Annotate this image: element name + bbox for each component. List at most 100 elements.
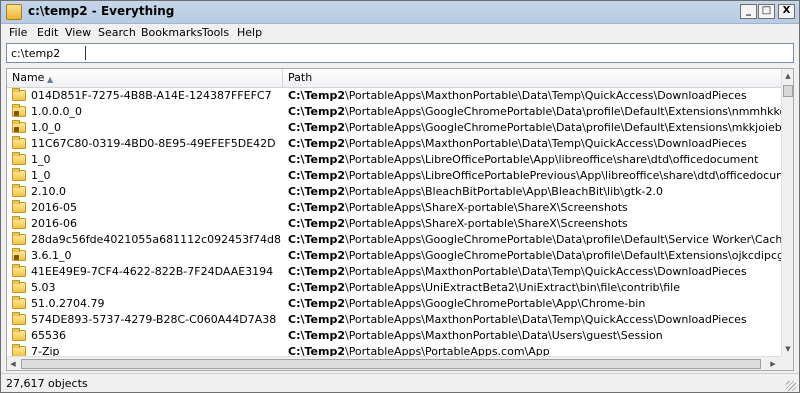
- row-path: C:\Temp2\PortableApps\GoogleChromePortab…: [288, 249, 781, 262]
- menu-file[interactable]: File: [9, 26, 27, 39]
- lock-icon: [14, 255, 19, 260]
- row-path: C:\Temp2\PortableApps\ShareX-portable\Sh…: [288, 201, 781, 214]
- column-header-path-label: Path: [288, 71, 313, 84]
- row-path-rest: \PortableApps\GoogleChromePortable\Data\…: [344, 233, 781, 246]
- row-path-root: C:\Temp2: [288, 249, 345, 262]
- table-row[interactable]: 28da9c56fde4021055a681112c092453f74d8dd8…: [7, 232, 781, 248]
- menu-search[interactable]: Search: [98, 26, 136, 39]
- table-row[interactable]: 7-Zip C:\Temp2\PortableApps\PortableApps.…: [7, 344, 781, 356]
- row-path-root: C:\Temp2: [288, 89, 345, 102]
- row-name: 2016-06: [31, 217, 77, 230]
- menu-tools[interactable]: Tools: [202, 26, 229, 39]
- row-name: 574DE893-5737-4279-B28C-C060A44D7A38: [31, 313, 277, 326]
- object-count: 27,617 objects: [6, 377, 88, 390]
- vertical-scrollbar[interactable]: ▲ ▼: [781, 69, 793, 356]
- horizontal-scroll-thumb[interactable]: [21, 359, 761, 369]
- table-row[interactable]: 5.03 C:\Temp2\PortableApps\UniExtractBeta…: [7, 280, 781, 296]
- folder-icon: [12, 344, 26, 356]
- row-path-root: C:\Temp2: [288, 233, 345, 246]
- row-path-rest: \PortableApps\LibreOfficePortable\App\li…: [344, 153, 759, 166]
- row-path: C:\Temp2\PortableApps\LibreOfficePortabl…: [288, 169, 781, 182]
- row-path-root: C:\Temp2: [288, 185, 345, 198]
- row-path-root: C:\Temp2: [288, 137, 345, 150]
- everything-app-icon[interactable]: [6, 4, 22, 20]
- row-path: C:\Temp2\PortableApps\GoogleChromePortab…: [288, 233, 781, 246]
- folder-icon: [12, 184, 26, 197]
- table-row[interactable]: 1.0.0.0_0 C:\Temp2\PortableApps\GoogleChr…: [7, 104, 781, 120]
- search-input[interactable]: c:\temp2: [6, 43, 794, 63]
- lock-icon: [14, 127, 19, 132]
- row-name: 1_0: [31, 169, 51, 182]
- row-path-root: C:\Temp2: [288, 297, 345, 310]
- scrollbar-corner: [781, 356, 793, 370]
- table-row[interactable]: 574DE893-5737-4279-B28C-C060A44D7A38 C:\T…: [7, 312, 781, 328]
- row-path: C:\Temp2\PortableApps\GoogleChromePortab…: [288, 121, 781, 134]
- row-path-root: C:\Temp2: [288, 121, 345, 134]
- table-row[interactable]: 2016-06 C:\Temp2\PortableApps\ShareX-port…: [7, 216, 781, 232]
- row-path-rest: \PortableApps\ShareX-portable\ShareX\Scr…: [344, 217, 628, 230]
- column-header: Name ▲ Path: [7, 69, 781, 88]
- window-title: c:\temp2 - Everything: [28, 4, 175, 18]
- row-path: C:\Temp2\PortableApps\BleachBitPortable\…: [288, 185, 781, 198]
- folder-icon: [12, 152, 26, 165]
- row-path-root: C:\Temp2: [288, 313, 345, 326]
- row-name: 11C67C80-0319-4BD0-8E95-49EFEF5DE42D: [31, 137, 276, 150]
- minimize-button[interactable]: _: [740, 4, 757, 19]
- column-header-name[interactable]: Name ▲: [7, 69, 283, 87]
- maximize-button[interactable]: □: [758, 4, 775, 19]
- row-path: C:\Temp2\PortableApps\UniExtractBeta2\Un…: [288, 281, 781, 294]
- menu-bookmarks[interactable]: Bookmarks: [141, 26, 202, 39]
- row-name: 5.03: [31, 281, 56, 294]
- row-path: C:\Temp2\PortableApps\MaxthonPortable\Da…: [288, 265, 781, 278]
- table-row[interactable]: 41EE49E9-7CF4-4622-822B-7F24DAAE3194 C:\T…: [7, 264, 781, 280]
- row-path-rest: \PortableApps\MaxthonPortable\Data\Temp\…: [344, 265, 747, 278]
- folder-icon: [12, 280, 26, 293]
- row-path-root: C:\Temp2: [288, 329, 345, 342]
- row-path: C:\Temp2\PortableApps\ShareX-portable\Sh…: [288, 217, 781, 230]
- folder-icon: [12, 296, 26, 309]
- everything-window: c:\temp2 - Everything _ □ X File Edit Vi…: [0, 0, 800, 393]
- menu-help[interactable]: Help: [237, 26, 262, 39]
- menu-view[interactable]: View: [65, 26, 91, 39]
- table-row[interactable]: 1_0 C:\Temp2\PortableApps\LibreOfficePort…: [7, 168, 781, 184]
- row-path-rest: \PortableApps\GoogleChromePortable\Data\…: [344, 105, 781, 118]
- results-list[interactable]: Name ▲ Path 014D851F-7275-4B8B-A14E-1243…: [6, 68, 794, 371]
- row-path-rest: \PortableApps\MaxthonPortable\Data\Temp\…: [344, 137, 747, 150]
- scroll-left-icon[interactable]: ◀: [7, 357, 19, 370]
- row-path-root: C:\Temp2: [288, 217, 345, 230]
- vertical-scroll-thumb[interactable]: [783, 85, 793, 97]
- close-button[interactable]: X: [778, 4, 795, 19]
- table-row[interactable]: 2016-05 C:\Temp2\PortableApps\ShareX-port…: [7, 200, 781, 216]
- row-name: 41EE49E9-7CF4-4622-822B-7F24DAAE3194: [31, 265, 274, 278]
- scroll-down-icon[interactable]: ▼: [782, 342, 793, 356]
- row-path-rest: \PortableApps\GoogleChromePortable\Data\…: [344, 249, 781, 262]
- row-name: 014D851F-7275-4B8B-A14E-124387FFEFC7: [31, 89, 272, 102]
- menu-edit[interactable]: Edit: [37, 26, 58, 39]
- table-row[interactable]: 014D851F-7275-4B8B-A14E-124387FFEFC7 C:\T…: [7, 88, 781, 104]
- row-path-rest: \PortableApps\MaxthonPortable\Data\Temp\…: [344, 313, 747, 326]
- horizontal-scrollbar[interactable]: ◀ ▶: [7, 356, 781, 370]
- scroll-right-icon[interactable]: ▶: [767, 357, 779, 370]
- folder-icon: [12, 88, 26, 101]
- table-row[interactable]: 51.0.2704.79 C:\Temp2\PortableApps\Google…: [7, 296, 781, 312]
- column-header-path[interactable]: Path: [283, 69, 781, 87]
- table-row[interactable]: 1.0_0 C:\Temp2\PortableApps\GoogleChromeP…: [7, 120, 781, 136]
- row-path: C:\Temp2\PortableApps\MaxthonPortable\Da…: [288, 137, 781, 150]
- row-path-rest: \PortableApps\LibreOfficePortablePreviou…: [344, 169, 781, 182]
- row-path-root: C:\Temp2: [288, 169, 345, 182]
- row-name: 51.0.2704.79: [31, 297, 105, 310]
- table-row[interactable]: 3.6.1_0 C:\Temp2\PortableApps\GoogleChrom…: [7, 248, 781, 264]
- row-name: 2016-05: [31, 201, 77, 214]
- title-bar[interactable]: c:\temp2 - Everything _ □ X: [1, 1, 799, 24]
- table-row[interactable]: 2.10.0 C:\Temp2\PortableApps\BleachBitPor…: [7, 184, 781, 200]
- row-path: C:\Temp2\PortableApps\GoogleChromePortab…: [288, 105, 781, 118]
- row-path-root: C:\Temp2: [288, 105, 345, 118]
- table-row[interactable]: 65536 C:\Temp2\PortableApps\MaxthonPortab…: [7, 328, 781, 344]
- scroll-up-icon[interactable]: ▲: [782, 69, 793, 83]
- row-path: C:\Temp2\PortableApps\LibreOfficePortabl…: [288, 153, 781, 166]
- table-row[interactable]: 11C67C80-0319-4BD0-8E95-49EFEF5DE42D C:\T…: [7, 136, 781, 152]
- resize-grip-icon[interactable]: [786, 381, 796, 391]
- row-path-rest: \PortableApps\MaxthonPortable\Data\Temp\…: [344, 89, 747, 102]
- table-row[interactable]: 1_0 C:\Temp2\PortableApps\LibreOfficePort…: [7, 152, 781, 168]
- folder-icon: [12, 136, 26, 149]
